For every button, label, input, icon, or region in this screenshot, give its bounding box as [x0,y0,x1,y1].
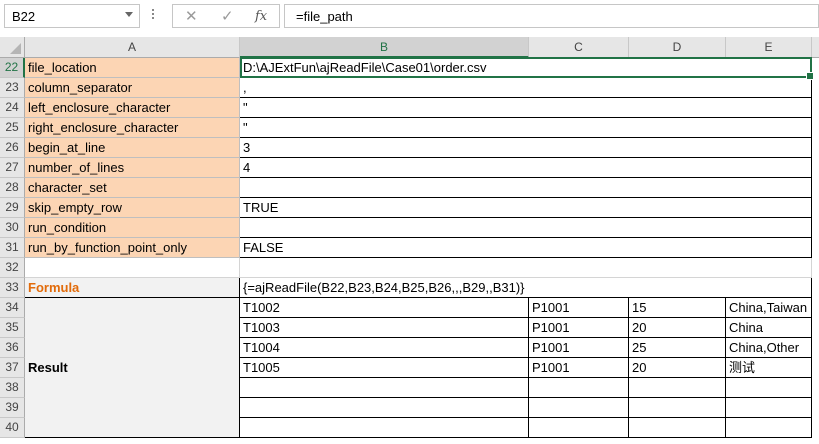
result-cell[interactable]: China,Other [726,338,812,358]
array-formula-cell[interactable]: {=ajReadFile(B22,B23,B24,B25,B26,,,B29,,… [240,278,812,298]
row-header[interactable]: 26 [0,138,25,158]
row-header[interactable]: 34 [0,298,25,318]
param-value-begin-at-line[interactable]: 3 [240,138,812,158]
formula-text: =file_path [296,9,353,24]
formula-input[interactable]: =file_path [284,4,819,28]
row-header[interactable]: 30 [0,218,25,238]
result-cell[interactable]: T1002 [240,298,529,318]
column-header-c[interactable]: C [529,37,629,58]
result-cell[interactable]: T1003 [240,318,529,338]
empty-cell[interactable] [629,398,726,418]
param-label-run-by-function-point[interactable]: run_by_function_point_only [25,238,240,258]
result-cell[interactable]: P1001 [529,358,629,378]
param-value-column-separator[interactable]: , [240,78,812,98]
param-label-file-location[interactable]: file_location [25,58,240,78]
formula-bar: B22 ✕ ✓ fx =file_path [0,0,819,33]
row-header[interactable]: 24 [0,98,25,118]
row-header[interactable]: 27 [0,158,25,178]
row-header[interactable]: 32 [0,258,25,278]
name-box-value: B22 [12,9,36,24]
column-header-f[interactable] [812,37,819,58]
param-value-run-condition[interactable] [240,218,812,238]
row-header[interactable]: 37 [0,358,25,378]
result-cell[interactable]: China,Taiwan [726,298,812,318]
chevron-down-icon[interactable] [125,12,133,17]
empty-cell[interactable] [726,418,812,438]
row-header[interactable]: 33 [0,278,25,298]
row-header[interactable]: 29 [0,198,25,218]
select-all-corner[interactable] [0,37,25,58]
row-header[interactable]: 39 [0,398,25,418]
empty-cell[interactable] [240,418,529,438]
empty-cell[interactable] [529,418,629,438]
name-box[interactable]: B22 [4,4,140,28]
column-header-b[interactable]: B [240,37,529,58]
empty-cell[interactable] [240,258,812,278]
insert-function-icon[interactable]: fx [255,9,267,24]
empty-cell[interactable] [629,378,726,398]
param-value-left-enclosure[interactable]: " [240,98,812,118]
result-cell[interactable]: T1004 [240,338,529,358]
param-value-skip-empty-row[interactable]: TRUE [240,198,812,218]
param-value-character-set[interactable] [240,178,812,198]
row-header[interactable]: 35 [0,318,25,338]
empty-cell[interactable] [629,418,726,438]
param-value-file-location[interactable]: D:\AJExtFun\ajReadFile\Case01\order.csv [240,58,812,78]
empty-cell[interactable] [529,378,629,398]
result-cell[interactable]: 25 [629,338,726,358]
result-cell[interactable]: T1005 [240,358,529,378]
cancel-icon[interactable]: ✕ [185,7,198,25]
drag-handle-icon[interactable] [152,9,155,23]
empty-cell[interactable] [726,398,812,418]
param-value-run-by-function-point[interactable]: FALSE [240,238,812,258]
result-cell[interactable]: P1001 [529,298,629,318]
result-label[interactable]: Result [25,298,240,438]
param-label-skip-empty-row[interactable]: skip_empty_row [25,198,240,218]
formula-label[interactable]: Formula [25,278,240,298]
param-value-number-of-lines[interactable]: 4 [240,158,812,178]
formula-buttons: ✕ ✓ fx [172,4,280,28]
empty-cell[interactable] [240,378,529,398]
row-header[interactable]: 38 [0,378,25,398]
row-header[interactable]: 40 [0,418,25,438]
param-label-column-separator[interactable]: column_separator [25,78,240,98]
empty-cell[interactable] [726,378,812,398]
result-cell[interactable]: China [726,318,812,338]
row-header[interactable]: 28 [0,178,25,198]
result-cell[interactable]: P1001 [529,338,629,358]
row-header[interactable]: 23 [0,78,25,98]
result-cell[interactable]: 20 [629,358,726,378]
empty-cell[interactable] [25,258,240,278]
column-header-a[interactable]: A [25,37,240,58]
column-header-d[interactable]: D [629,37,726,58]
param-label-begin-at-line[interactable]: begin_at_line [25,138,240,158]
row-header[interactable]: 36 [0,338,25,358]
row-header[interactable]: 22 [0,58,25,78]
result-cell[interactable]: 测试 [726,358,812,378]
column-header-e[interactable]: E [726,37,812,58]
param-label-left-enclosure[interactable]: left_enclosure_character [25,98,240,118]
row-header[interactable]: 31 [0,238,25,258]
result-cell[interactable]: 20 [629,318,726,338]
empty-cell[interactable] [240,398,529,418]
result-cell[interactable]: P1001 [529,318,629,338]
param-label-character-set[interactable]: character_set [25,178,240,198]
row-header[interactable]: 25 [0,118,25,138]
param-value-right-enclosure[interactable]: " [240,118,812,138]
enter-icon[interactable]: ✓ [221,7,234,25]
result-cell[interactable]: 15 [629,298,726,318]
param-label-number-of-lines[interactable]: number_of_lines [25,158,240,178]
empty-cell[interactable] [529,398,629,418]
param-label-right-enclosure[interactable]: right_enclosure_character [25,118,240,138]
param-label-run-condition[interactable]: run_condition [25,218,240,238]
